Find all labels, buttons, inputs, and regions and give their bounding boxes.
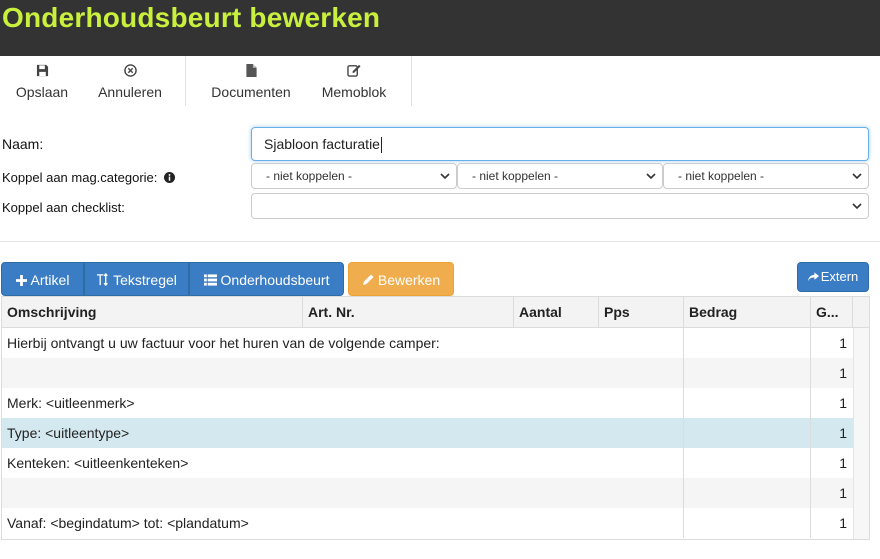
cell-g: 1	[839, 515, 847, 531]
grid-scrollbar[interactable]	[853, 328, 869, 539]
column-divider	[683, 508, 684, 538]
checklist-label: Koppel aan checklist:	[2, 200, 125, 215]
window-title: Onderhoudsbeurt bewerken	[2, 2, 381, 33]
column-header-pps[interactable]: Pps	[599, 297, 684, 328]
circle-x-icon	[94, 56, 166, 80]
table-row[interactable]: Type: <uitleentype> 1	[2, 418, 853, 448]
column-header-omschrijving[interactable]: Omschrijving	[2, 297, 303, 328]
grid-header: Omschrijving Art. Nr. Aantal Pps Bedrag …	[2, 297, 869, 328]
save-button[interactable]: Opslaan	[12, 56, 72, 106]
cell-omschrijving: Vanaf: <begindatum> tot: <plandatum>	[7, 515, 249, 531]
edit-label: Bewerken	[377, 272, 441, 288]
cell-g: 1	[839, 335, 847, 351]
cancel-label: Annuleren	[98, 84, 162, 100]
column-divider	[683, 448, 684, 478]
items-grid: Omschrijving Art. Nr. Aantal Pps Bedrag …	[1, 296, 870, 540]
add-tekstregel-button[interactable]: Tekstregel	[84, 262, 189, 296]
documents-button[interactable]: Documenten	[207, 56, 295, 106]
edit-icon	[318, 56, 390, 80]
table-row[interactable]: 1	[2, 358, 853, 388]
table-row[interactable]: Vanaf: <begindatum> tot: <plandatum> 1	[2, 508, 853, 538]
column-divider	[683, 418, 684, 448]
toolbar: Opslaan Annuleren Documenten Memoblok	[0, 56, 880, 108]
table-row[interactable]: Kenteken: <uitleenkenteken> 1	[2, 448, 853, 478]
section-divider	[0, 241, 880, 242]
chevron-down-icon	[646, 164, 656, 196]
cell-g: 1	[839, 395, 847, 411]
cell-omschrijving: Merk: <uitleenmerk>	[7, 395, 135, 411]
text-cursor	[380, 137, 382, 154]
cell-g: 1	[839, 455, 847, 471]
documents-label: Documenten	[211, 84, 291, 100]
memo-button[interactable]: Memoblok	[318, 56, 390, 106]
column-header-artnr[interactable]: Art. Nr.	[303, 297, 514, 328]
category-select-3-value: - niet koppelen -	[678, 169, 765, 183]
name-label: Naam:	[2, 136, 44, 152]
cell-g: 1	[839, 485, 847, 501]
name-input[interactable]: Sjabloon facturatie	[251, 127, 869, 161]
checklist-select[interactable]	[251, 193, 869, 219]
extern-label: Extern	[820, 269, 859, 284]
category-select-1-value: - niet koppelen -	[266, 169, 353, 183]
floppy-icon	[12, 56, 72, 80]
table-row[interactable]: Merk: <uitleenmerk> 1	[2, 388, 853, 418]
category-select-2[interactable]: - niet koppelen -	[457, 163, 663, 189]
column-divider	[683, 358, 684, 388]
chevron-down-icon	[852, 194, 862, 226]
column-header-g[interactable]: G...	[811, 297, 853, 328]
chevron-down-icon	[440, 164, 450, 196]
memo-label: Memoblok	[321, 84, 387, 100]
chevron-down-icon	[852, 164, 862, 196]
category-label: Koppel aan mag.categorie:	[2, 170, 176, 186]
extern-button[interactable]: Extern	[797, 262, 869, 292]
info-icon[interactable]	[164, 171, 176, 186]
column-divider	[683, 478, 684, 508]
cell-omschrijving: Hierbij ontvangt u uw factuur voor het h…	[7, 335, 440, 351]
category-select-3[interactable]: - niet koppelen -	[663, 163, 869, 189]
plus-icon	[15, 264, 27, 298]
save-label: Opslaan	[15, 84, 69, 100]
pencil-icon	[362, 264, 374, 298]
cell-omschrijving: Kenteken: <uitleenkenteken>	[7, 455, 189, 471]
column-divider	[683, 388, 684, 418]
add-onderhoudsbeurt-label: Onderhoudsbeurt	[220, 272, 330, 288]
table-row[interactable]: 1	[2, 478, 853, 508]
cell-g: 1	[839, 365, 847, 381]
category-label-text: Koppel aan mag.categorie:	[2, 170, 158, 185]
cancel-button[interactable]: Annuleren	[94, 56, 166, 106]
add-artikel-button[interactable]: Artikel	[1, 262, 84, 296]
share-icon	[807, 264, 819, 292]
add-artikel-label: Artikel	[30, 272, 70, 288]
column-divider	[683, 328, 684, 358]
cell-omschrijving: Type: <uitleentype>	[7, 425, 130, 441]
table-row[interactable]: Hierbij ontvangt u uw factuur voor het h…	[2, 328, 853, 358]
list-icon	[203, 264, 217, 298]
column-header-aantal[interactable]: Aantal	[514, 297, 599, 328]
cell-g: 1	[839, 425, 847, 441]
category-select-1[interactable]: - niet koppelen -	[251, 163, 457, 189]
title-bar: Onderhoudsbeurt bewerken	[0, 0, 880, 56]
column-header-bedrag[interactable]: Bedrag	[684, 297, 811, 328]
category-select-2-value: - niet koppelen -	[472, 169, 559, 183]
add-tekstregel-label: Tekstregel	[113, 272, 177, 288]
add-onderhoudsbeurt-button[interactable]: Onderhoudsbeurt	[189, 262, 344, 296]
text-height-icon	[96, 264, 109, 298]
edit-button[interactable]: Bewerken	[348, 262, 454, 296]
name-input-value: Sjabloon facturatie	[264, 136, 380, 152]
document-icon	[207, 56, 295, 80]
